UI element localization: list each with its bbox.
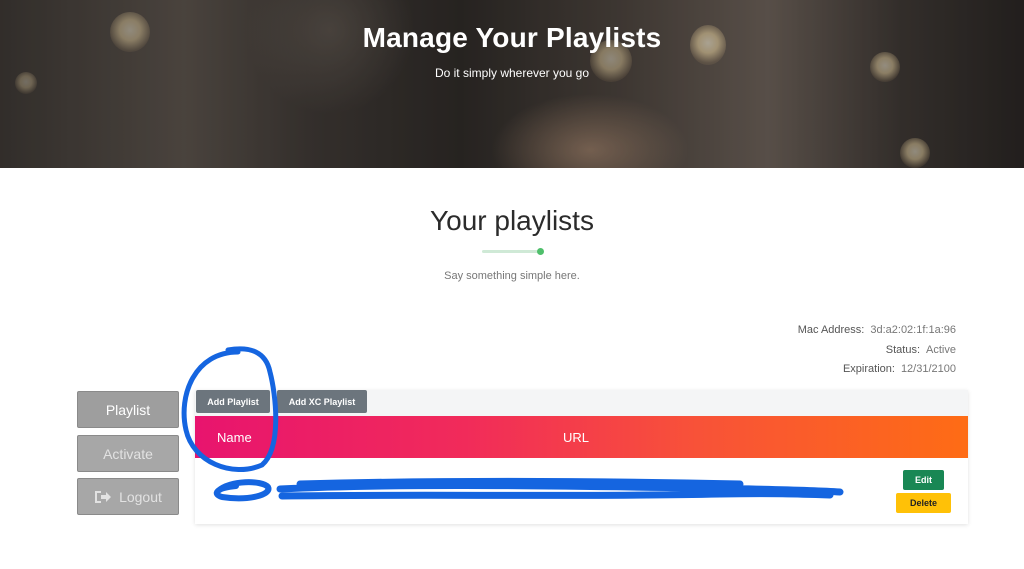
sidebar-item-label: Playlist <box>105 401 151 418</box>
hero-subtitle: Do it simply wherever you go <box>434 66 590 80</box>
playlist-toolbar: Add Playlist Add XC Playlist <box>195 390 968 416</box>
sidebar-item-playlist[interactable]: Playlist <box>77 391 179 428</box>
column-header-url: URL <box>563 429 590 445</box>
expiration-label: Expiration: <box>842 363 895 375</box>
expiration-row: Expiration: 12/31/2100 <box>843 363 956 375</box>
title-divider-dot <box>537 248 544 255</box>
status-row: Status: Active <box>886 344 956 356</box>
status-label: Status: <box>885 344 921 356</box>
mac-address-label: Mac Address: <box>797 324 865 336</box>
sidebar-item-activate[interactable]: Activate <box>77 435 179 472</box>
edit-button[interactable]: Edit <box>903 470 944 490</box>
table-header: Name URL <box>195 416 968 458</box>
sidebar-item-label: Logout <box>119 488 162 505</box>
sidebar-item-label: Activate <box>103 445 153 462</box>
sidebar-item-logout[interactable]: Logout <box>77 478 179 515</box>
mac-address-row: Mac Address: 3d:a2:02:1f:1a:96 <box>798 324 956 336</box>
section-subtitle: Say something simple here. <box>444 270 580 282</box>
section-title: Your playlists <box>430 205 594 236</box>
mac-address-value: 3d:a2:02:1f:1a:96 <box>870 324 956 336</box>
delete-button[interactable]: Delete <box>896 493 951 513</box>
title-divider <box>482 250 538 253</box>
hero-title: Manage Your Playlists <box>362 22 662 53</box>
playlist-card: Add Playlist Add XC Playlist Name URL Ed… <box>195 390 968 524</box>
logout-icon <box>94 490 112 504</box>
status-value: Active <box>926 344 956 356</box>
column-header-name: Name <box>217 429 252 445</box>
table-row: Edit Delete <box>195 458 968 524</box>
add-playlist-button[interactable]: Add Playlist <box>196 390 270 413</box>
expiration-value: 12/31/2100 <box>900 363 956 375</box>
hero-banner: Manage Your Playlists Do it simply where… <box>0 0 1024 168</box>
add-xc-playlist-button[interactable]: Add XC Playlist <box>277 390 367 413</box>
